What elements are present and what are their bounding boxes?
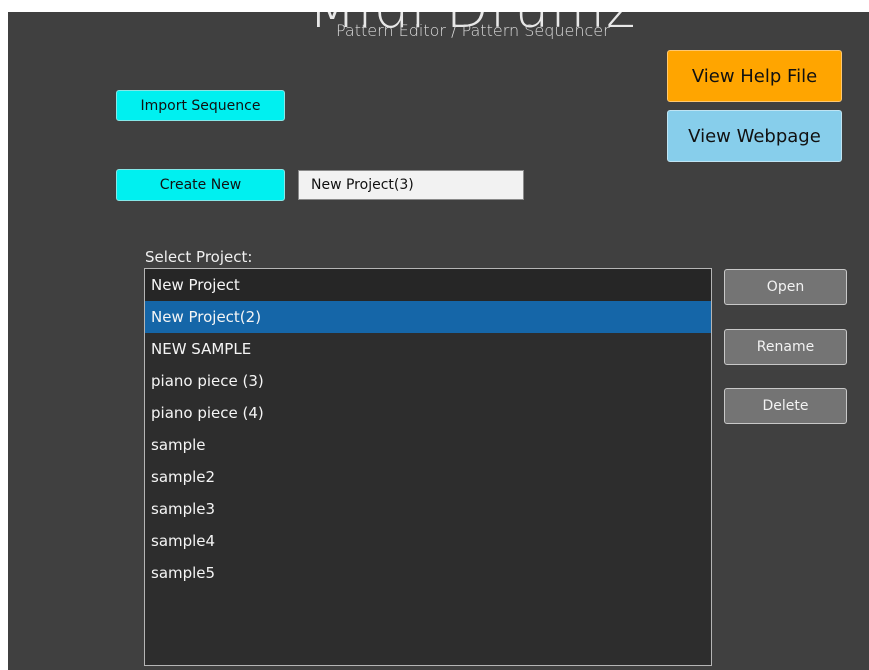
- app-subtitle: Pattern Editor / Pattern Sequencer: [336, 21, 610, 40]
- list-item[interactable]: piano piece (3): [145, 365, 711, 397]
- list-item[interactable]: sample5: [145, 557, 711, 589]
- project-list[interactable]: New Project New Project(2) NEW SAMPLE pi…: [144, 268, 712, 666]
- list-item[interactable]: sample4: [145, 525, 711, 557]
- list-item[interactable]: sample: [145, 429, 711, 461]
- create-new-button[interactable]: Create New: [116, 169, 285, 201]
- open-button[interactable]: Open: [724, 269, 847, 305]
- list-item[interactable]: piano piece (4): [145, 397, 711, 429]
- app-window: Midi Drumz Pattern Editor / Pattern Sequ…: [8, 12, 869, 670]
- list-item[interactable]: NEW SAMPLE: [145, 333, 711, 365]
- rename-button[interactable]: Rename: [724, 329, 847, 365]
- list-item[interactable]: sample3: [145, 493, 711, 525]
- view-webpage-button[interactable]: View Webpage: [667, 110, 842, 162]
- list-item-selected[interactable]: New Project(2): [145, 301, 711, 333]
- list-item[interactable]: sample2: [145, 461, 711, 493]
- new-project-name-input[interactable]: [298, 170, 524, 200]
- select-project-label: Select Project:: [145, 248, 253, 266]
- view-help-file-button[interactable]: View Help File: [667, 50, 842, 102]
- delete-button[interactable]: Delete: [724, 388, 847, 424]
- list-item[interactable]: New Project: [145, 269, 711, 301]
- import-sequence-button[interactable]: Import Sequence: [116, 90, 285, 121]
